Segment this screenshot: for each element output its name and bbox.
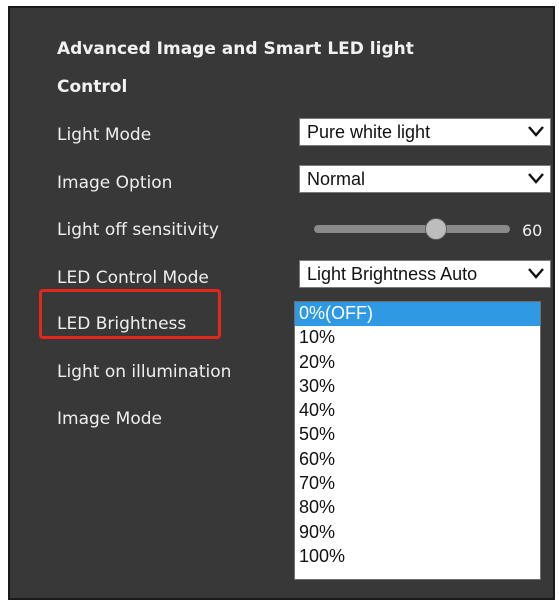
- light-off-sensitivity-value: 60: [522, 221, 543, 240]
- brightness-option[interactable]: 40%: [295, 399, 540, 423]
- led-control-mode-label: LED Control Mode: [57, 268, 209, 288]
- brightness-option[interactable]: 60%: [295, 448, 540, 472]
- brightness-option[interactable]: 90%: [295, 521, 540, 545]
- brightness-option[interactable]: 20%: [295, 351, 540, 375]
- brightness-option[interactable]: 10%: [295, 326, 540, 350]
- light-off-sensitivity-slider[interactable]: [314, 218, 510, 240]
- light-mode-value: Pure white light: [307, 122, 431, 142]
- light-on-illumination-label: Light on illumination: [57, 362, 232, 382]
- light-mode-label: Light Mode: [57, 125, 152, 145]
- brightness-option[interactable]: 70%: [295, 472, 540, 496]
- slider-thumb[interactable]: [424, 218, 447, 240]
- light-mode-select[interactable]: Pure white light: [299, 118, 551, 146]
- chevron-down-icon: [528, 173, 544, 184]
- led-control-mode-select[interactable]: Light Brightness Auto: [299, 260, 551, 288]
- image-option-value: Normal: [307, 169, 366, 189]
- image-option-label: Image Option: [57, 173, 173, 193]
- slider-track: [314, 225, 510, 233]
- light-off-sensitivity-label: Light off sensitivity: [57, 220, 219, 240]
- panel-title: Advanced Image and Smart LED light Contr…: [57, 39, 414, 97]
- brightness-option[interactable]: 100%: [295, 545, 540, 569]
- led-brightness-dropdown-list[interactable]: 0%(OFF) 10% 20% 30% 40% 50% 60% 70% 80% 90% 100%: [294, 301, 541, 580]
- led-control-mode-value: Light Brightness Auto: [307, 264, 478, 284]
- image-option-select[interactable]: Normal: [299, 165, 551, 193]
- brightness-option[interactable]: 30%: [295, 375, 540, 399]
- brightness-option[interactable]: 0%(OFF): [295, 302, 540, 327]
- brightness-option[interactable]: 50%: [295, 423, 540, 447]
- chevron-down-icon: [528, 268, 544, 279]
- chevron-down-icon: [528, 126, 544, 137]
- highlight-box: [39, 289, 221, 339]
- image-mode-label: Image Mode: [57, 409, 162, 429]
- brightness-option[interactable]: 80%: [295, 496, 540, 520]
